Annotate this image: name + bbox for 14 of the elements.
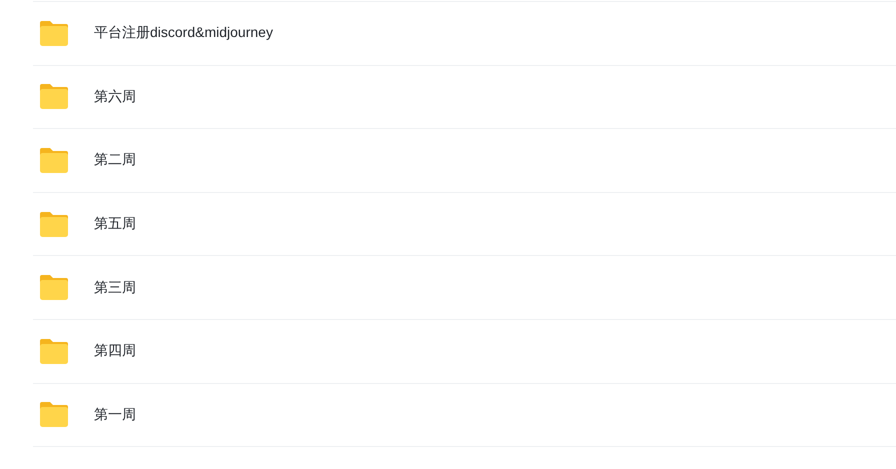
folder-icon (38, 274, 70, 302)
folder-icon (38, 401, 70, 428)
folder-name[interactable]: 平台注册discord&midjourney (94, 24, 273, 42)
folder-icon (38, 20, 70, 47)
folder-name[interactable]: 第四周 (94, 342, 136, 360)
folder-name[interactable]: 第一周 (94, 406, 136, 424)
folder-name[interactable]: 第二周 (94, 151, 136, 170)
folder-name[interactable]: 第六周 (94, 88, 136, 106)
folder-name[interactable]: 第三周 (94, 278, 136, 297)
folder-icon (38, 146, 70, 174)
folder-icon (38, 338, 70, 365)
folder-name[interactable]: 第五周 (94, 215, 136, 234)
folder-icon (38, 210, 70, 238)
folder-icon (38, 83, 70, 110)
